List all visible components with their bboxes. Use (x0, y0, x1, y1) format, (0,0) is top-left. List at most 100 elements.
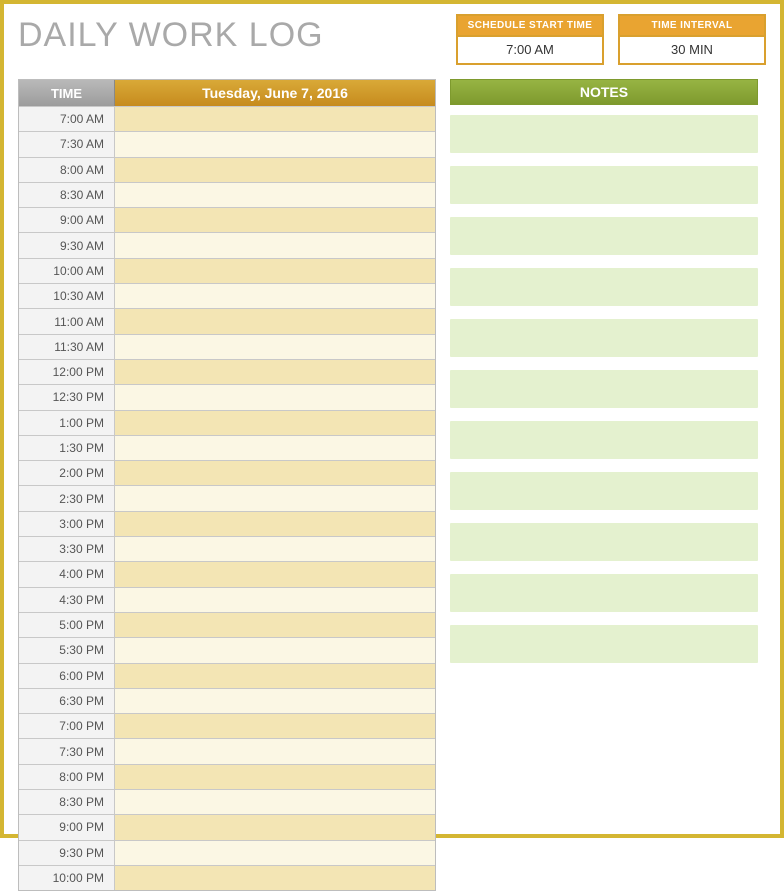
note-block[interactable] (450, 115, 758, 153)
entry-cell[interactable] (115, 638, 435, 662)
time-cell: 8:00 PM (19, 765, 115, 789)
interval-value[interactable]: 30 MIN (620, 37, 764, 63)
entry-cell[interactable] (115, 866, 435, 890)
schedule-row: 8:00 PM (19, 764, 435, 789)
entry-cell[interactable] (115, 436, 435, 460)
schedule-row: 1:30 PM (19, 435, 435, 460)
schedule-row: 6:00 PM (19, 663, 435, 688)
schedule-row: 7:00 AM (19, 106, 435, 131)
entry-cell[interactable] (115, 208, 435, 232)
schedule-row: 5:30 PM (19, 637, 435, 662)
columns: TIME Tuesday, June 7, 2016 7:00 AM7:30 A… (18, 79, 766, 891)
schedule-row: 12:30 PM (19, 384, 435, 409)
entry-cell[interactable] (115, 562, 435, 586)
schedule-row: 7:00 PM (19, 713, 435, 738)
time-cell: 6:30 PM (19, 689, 115, 713)
entry-cell[interactable] (115, 512, 435, 536)
time-cell: 9:00 AM (19, 208, 115, 232)
schedule-row: 8:00 AM (19, 157, 435, 182)
entry-cell[interactable] (115, 765, 435, 789)
schedule-table: TIME Tuesday, June 7, 2016 7:00 AM7:30 A… (18, 79, 436, 891)
entry-cell[interactable] (115, 360, 435, 384)
entry-cell[interactable] (115, 664, 435, 688)
schedule-row: 10:00 PM (19, 865, 435, 890)
time-cell: 7:00 AM (19, 107, 115, 131)
schedule-row: 7:30 AM (19, 131, 435, 156)
start-time-label: SCHEDULE START TIME (458, 16, 602, 37)
time-cell: 1:00 PM (19, 411, 115, 435)
time-cell: 12:00 PM (19, 360, 115, 384)
time-cell: 9:30 AM (19, 233, 115, 257)
schedule-head: TIME Tuesday, June 7, 2016 (19, 80, 435, 106)
time-cell: 7:00 PM (19, 714, 115, 738)
time-cell: 10:00 AM (19, 259, 115, 283)
entry-cell[interactable] (115, 613, 435, 637)
meta-boxes: SCHEDULE START TIME 7:00 AM TIME INTERVA… (456, 14, 766, 65)
page-frame: DAILY WORK LOG SCHEDULE START TIME 7:00 … (0, 0, 784, 838)
entry-cell[interactable] (115, 132, 435, 156)
entry-cell[interactable] (115, 183, 435, 207)
entry-cell[interactable] (115, 385, 435, 409)
note-block[interactable] (450, 421, 758, 459)
schedule-row: 8:30 PM (19, 789, 435, 814)
note-block[interactable] (450, 472, 758, 510)
schedule-row: 11:30 AM (19, 334, 435, 359)
entry-cell[interactable] (115, 841, 435, 865)
entry-cell[interactable] (115, 537, 435, 561)
entry-cell[interactable] (115, 284, 435, 308)
time-cell: 9:00 PM (19, 815, 115, 839)
note-block[interactable] (450, 625, 758, 663)
note-block[interactable] (450, 268, 758, 306)
note-block[interactable] (450, 370, 758, 408)
entry-cell[interactable] (115, 411, 435, 435)
time-column-header: TIME (19, 80, 115, 106)
time-cell: 11:00 AM (19, 309, 115, 333)
time-cell: 2:30 PM (19, 486, 115, 510)
schedule-row: 5:00 PM (19, 612, 435, 637)
schedule-row: 7:30 PM (19, 738, 435, 763)
schedule-row: 11:00 AM (19, 308, 435, 333)
interval-label: TIME INTERVAL (620, 16, 764, 37)
time-cell: 7:30 PM (19, 739, 115, 763)
entry-cell[interactable] (115, 689, 435, 713)
time-cell: 2:00 PM (19, 461, 115, 485)
entry-cell[interactable] (115, 739, 435, 763)
time-cell: 6:00 PM (19, 664, 115, 688)
entry-cell[interactable] (115, 335, 435, 359)
entry-cell[interactable] (115, 309, 435, 333)
notes-column: NOTES (450, 79, 758, 891)
note-block[interactable] (450, 217, 758, 255)
entry-cell[interactable] (115, 790, 435, 814)
time-cell: 12:30 PM (19, 385, 115, 409)
schedule-row: 1:00 PM (19, 410, 435, 435)
start-time-value[interactable]: 7:00 AM (458, 37, 602, 63)
entry-cell[interactable] (115, 714, 435, 738)
time-cell: 5:30 PM (19, 638, 115, 662)
time-cell: 3:00 PM (19, 512, 115, 536)
entry-cell[interactable] (115, 815, 435, 839)
schedule-row: 2:30 PM (19, 485, 435, 510)
schedule-row: 9:00 PM (19, 814, 435, 839)
notes-stack (450, 105, 758, 663)
schedule-row: 2:00 PM (19, 460, 435, 485)
entry-cell[interactable] (115, 107, 435, 131)
entry-cell[interactable] (115, 233, 435, 257)
time-cell: 3:30 PM (19, 537, 115, 561)
schedule-row: 12:00 PM (19, 359, 435, 384)
time-cell: 4:30 PM (19, 588, 115, 612)
note-block[interactable] (450, 319, 758, 357)
entry-cell[interactable] (115, 461, 435, 485)
schedule-row: 4:00 PM (19, 561, 435, 586)
entry-cell[interactable] (115, 486, 435, 510)
time-cell: 11:30 AM (19, 335, 115, 359)
topbar: DAILY WORK LOG SCHEDULE START TIME 7:00 … (18, 14, 766, 65)
note-block[interactable] (450, 166, 758, 204)
schedule-row: 6:30 PM (19, 688, 435, 713)
note-block[interactable] (450, 574, 758, 612)
time-cell: 8:30 AM (19, 183, 115, 207)
schedule-row: 10:30 AM (19, 283, 435, 308)
entry-cell[interactable] (115, 588, 435, 612)
entry-cell[interactable] (115, 259, 435, 283)
note-block[interactable] (450, 523, 758, 561)
entry-cell[interactable] (115, 158, 435, 182)
